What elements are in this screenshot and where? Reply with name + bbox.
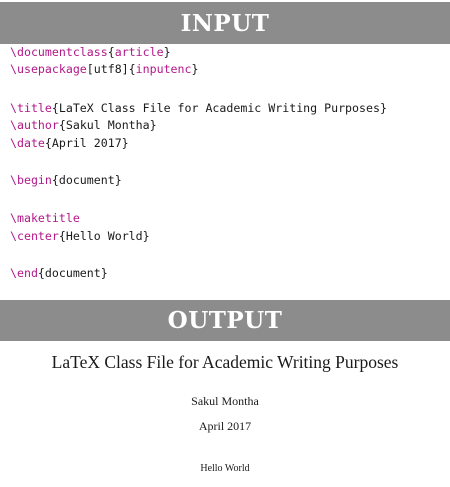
input-banner: INPUT bbox=[0, 2, 450, 44]
document-title: LaTeX Class File for Academic Writing Pu… bbox=[51, 352, 399, 372]
brace: { bbox=[128, 62, 136, 76]
code-line-end: \end{document} bbox=[10, 265, 108, 281]
document-date: April 2017 bbox=[198, 419, 252, 433]
command: \end bbox=[10, 266, 38, 280]
command: \documentclass bbox=[10, 45, 108, 59]
argument: {Sakul Montha} bbox=[58, 118, 157, 132]
command: \usepackage bbox=[10, 62, 87, 76]
brace: } bbox=[191, 62, 199, 76]
argument: article bbox=[114, 45, 164, 59]
code-line-center: \center{Hello World} bbox=[10, 228, 150, 244]
brace: { bbox=[107, 45, 115, 59]
argument: {Hello World} bbox=[58, 229, 150, 243]
argument: {document} bbox=[37, 266, 108, 280]
code-line-usepackage: \usepackage[utf8]{inputenc} bbox=[10, 61, 198, 77]
output-banner: OUTPUT bbox=[0, 300, 450, 341]
code-line-documentclass: \documentclass{article} bbox=[10, 44, 171, 60]
command: \date bbox=[10, 136, 45, 150]
document-author: Sakul Montha bbox=[191, 394, 259, 408]
argument: inputenc bbox=[135, 62, 192, 76]
code-line-title: \title{LaTeX Class File for Academic Wri… bbox=[10, 100, 387, 116]
command: \author bbox=[10, 118, 59, 132]
option: [utf8] bbox=[86, 62, 129, 76]
argument: {document} bbox=[51, 173, 122, 187]
output-label: OUTPUT bbox=[167, 307, 283, 334]
code-line-date: \date{April 2017} bbox=[10, 135, 129, 151]
latex-source: \documentclass{article} \usepackage[utf8… bbox=[10, 44, 446, 296]
code-line-begin: \begin{document} bbox=[10, 172, 122, 188]
argument: {April 2017} bbox=[44, 136, 129, 150]
command: \begin bbox=[10, 173, 52, 187]
document-body-text: Hello World bbox=[200, 463, 250, 474]
input-label: INPUT bbox=[180, 9, 270, 37]
brace: } bbox=[163, 45, 171, 59]
code-line-author: \author{Sakul Montha} bbox=[10, 117, 157, 133]
command: \title bbox=[10, 101, 52, 115]
command: \center bbox=[10, 229, 59, 243]
argument: {LaTeX Class File for Academic Writing P… bbox=[51, 101, 387, 115]
command: \maketitle bbox=[10, 211, 80, 225]
code-line-maketitle: \maketitle bbox=[10, 210, 80, 226]
